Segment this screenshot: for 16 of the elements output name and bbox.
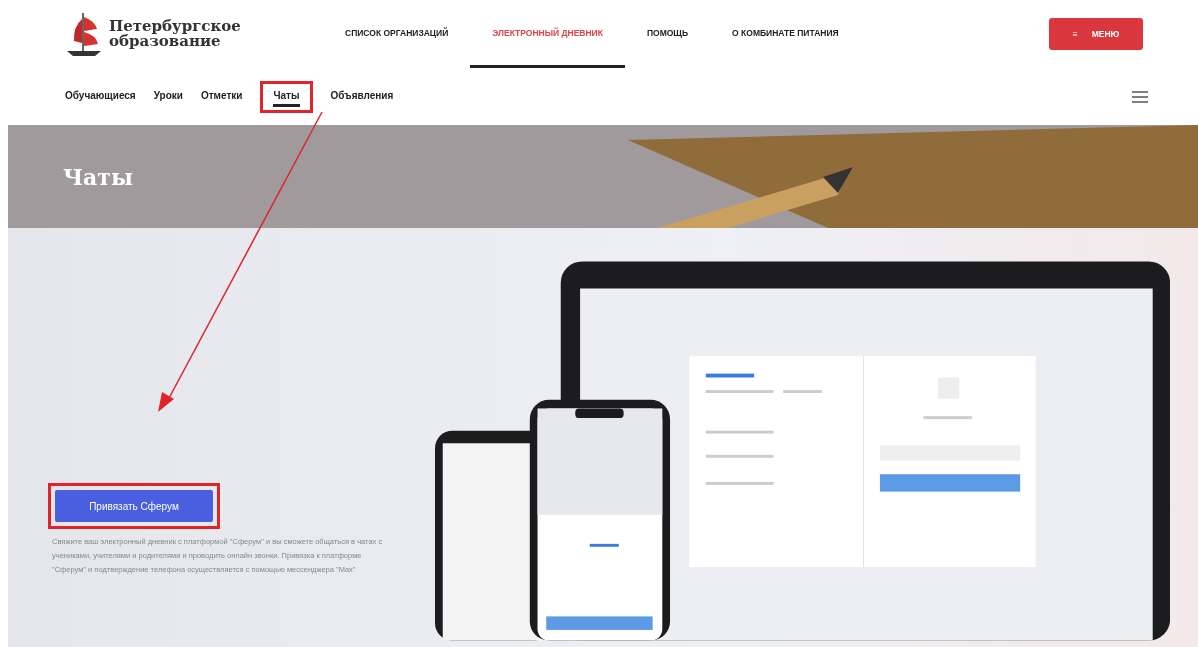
logo-subtitle: образование — [109, 34, 221, 49]
nav-link[interactable]: ПОМОЩЬ — [624, 0, 711, 68]
nav-link[interactable]: СПИСОК ОРГАНИЗАЦИЙ — [323, 0, 471, 68]
nav-link[interactable]: О КОМБИНАТЕ ПИТАНИЯ — [710, 0, 861, 68]
logo-title: Петербургское — [109, 19, 241, 34]
tab[interactable]: Отметки — [200, 83, 243, 110]
tab[interactable]: Обучающиеся — [65, 83, 136, 110]
menu-icon[interactable] — [1132, 90, 1148, 103]
connect-button[interactable]: Привязать Сферум — [55, 490, 213, 522]
tab[interactable]: Уроки — [153, 83, 183, 110]
tab[interactable]: Объявления — [330, 83, 394, 110]
ship-logo-icon — [65, 11, 103, 57]
menu-button[interactable]: ≡ МЕНЮ — [1049, 18, 1143, 50]
nav-link[interactable]: ЭЛЕКТРОННЫЙ ДНЕВНИК — [470, 0, 625, 68]
page-title: Чаты — [63, 163, 134, 190]
tab[interactable]: Чаты — [273, 86, 300, 107]
